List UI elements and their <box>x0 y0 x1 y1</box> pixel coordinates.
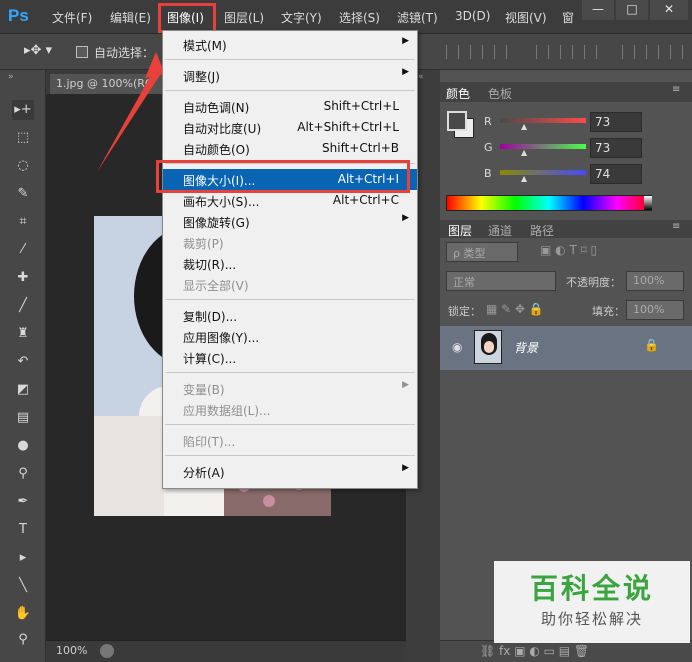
annotation-box-image-menu <box>158 3 216 33</box>
watermark-title: 百科全说 <box>529 572 654 605</box>
submenu-arrow-icon: ▶ <box>402 36 409 46</box>
image-menu-item[interactable]: 自动色调(N) Shift+Ctrl+L <box>163 96 417 117</box>
image-menu-item-shortcut: Alt+Shift+Ctrl+L <box>297 120 399 134</box>
submenu-arrow-icon: ▶ <box>402 67 409 77</box>
image-menu-item: 裁剪(P) <box>163 232 417 253</box>
image-menu-item-label: 显示全部(V) <box>183 279 249 293</box>
image-menu-item[interactable]: 自动对比度(U) Alt+Shift+Ctrl+L <box>163 117 417 138</box>
submenu-arrow-icon: ▶ <box>402 463 409 473</box>
image-menu-item-label: 计算(C)... <box>183 352 237 366</box>
image-menu-item-shortcut: Shift+Ctrl+B <box>322 141 399 155</box>
image-menu-item-shortcut: Shift+Ctrl+L <box>323 99 399 113</box>
image-menu-item[interactable]: 应用图像(Y)... <box>163 326 417 347</box>
image-menu-item-label: 调整(J) <box>183 70 220 84</box>
menu-separator <box>165 299 415 300</box>
menu-separator <box>165 424 415 425</box>
image-menu-item-label: 图像旋转(G) <box>183 216 250 230</box>
image-menu-item: 应用数据组(L)... <box>163 399 417 420</box>
image-menu-item-label: 复制(D)... <box>183 310 238 324</box>
menu-separator <box>165 455 415 456</box>
image-menu-item[interactable]: 分析(A) ▶ <box>163 461 417 482</box>
image-menu-item: 变量(B) ▶ <box>163 378 417 399</box>
image-menu-item-label: 画布大小(S)... <box>183 195 260 209</box>
image-menu-item[interactable]: 画布大小(S)... Alt+Ctrl+C <box>163 190 417 211</box>
image-menu-item-label: 分析(A) <box>183 466 225 480</box>
image-menu-item: 陷印(T)... <box>163 430 417 451</box>
image-menu-item-label: 自动颜色(O) <box>183 143 250 157</box>
image-menu-item-label: 陷印(T)... <box>183 435 236 449</box>
menu-separator <box>165 90 415 91</box>
image-menu-item: 显示全部(V) <box>163 274 417 295</box>
image-menu-item[interactable]: 自动颜色(O) Shift+Ctrl+B <box>163 138 417 159</box>
image-menu-item[interactable]: 调整(J) ▶ <box>163 65 417 86</box>
image-menu-item-label: 应用图像(Y)... <box>183 331 260 345</box>
image-menu-item-label: 自动对比度(U) <box>183 122 262 136</box>
image-menu-item[interactable]: 复制(D)... <box>163 305 417 326</box>
submenu-arrow-icon: ▶ <box>402 213 409 223</box>
image-menu-item[interactable]: 计算(C)... <box>163 347 417 368</box>
image-menu-item-label: 变量(B) <box>183 383 225 397</box>
menu-separator <box>165 59 415 60</box>
submenu-arrow-icon: ▶ <box>402 380 409 390</box>
image-menu-item[interactable]: 图像旋转(G) ▶ <box>163 211 417 232</box>
image-menu-item-label: 裁剪(P) <box>183 237 224 251</box>
image-menu-item[interactable]: 裁切(R)... <box>163 253 417 274</box>
image-menu-dropdown: 模式(M) ▶ 调整(J) ▶ 自动色调(N) Shift+Ctrl+L 自动对比度(U) A… <box>162 30 418 489</box>
watermark-subtitle: 助你轻松解决 <box>540 610 643 628</box>
image-menu-item-shortcut: Alt+Ctrl+C <box>332 193 399 207</box>
image-menu-item-label: 应用数据组(L)... <box>183 404 271 418</box>
menu-separator <box>165 372 415 373</box>
watermark: 百科全说 助你轻松解决 <box>494 561 690 643</box>
annotation-box-image-size <box>156 160 410 193</box>
image-menu-item[interactable]: 模式(M) ▶ <box>163 34 417 55</box>
image-menu-item-label: 模式(M) <box>183 39 227 53</box>
image-menu-item-label: 裁切(R)... <box>183 258 237 272</box>
image-menu-item-label: 自动色调(N) <box>183 101 250 115</box>
